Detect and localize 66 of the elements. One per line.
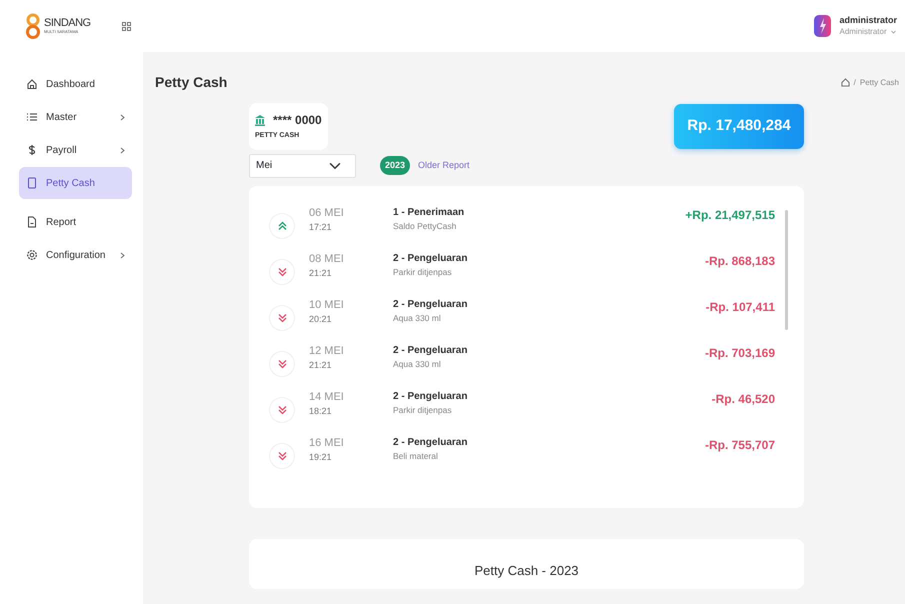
sidebar-item[interactable]: Configuration xyxy=(19,239,132,271)
transaction-date: 10 MEI xyxy=(309,298,345,312)
transaction-note: Parkir ditjenpas xyxy=(393,404,453,416)
brand-name: SINDANG xyxy=(44,18,91,29)
month-select[interactable]: Mei xyxy=(249,154,356,178)
user-name: administrator xyxy=(839,14,897,26)
transaction-note: Beli materal xyxy=(393,450,439,462)
transaction-time: 20:21 xyxy=(309,312,333,326)
transaction-amount: +Rp. 21,497,515 xyxy=(685,206,775,224)
home-icon xyxy=(26,78,38,90)
transaction-title: 2 - Pengeluaran xyxy=(393,436,468,450)
phone-icon xyxy=(26,177,38,189)
double-chevron-up-icon xyxy=(276,220,288,232)
year-badge[interactable]: 2023 xyxy=(380,156,410,176)
transaction-time: 21:21 xyxy=(309,266,333,280)
transaction-title: 2 - Pengeluaran xyxy=(393,344,468,358)
grid-icon[interactable] xyxy=(122,22,131,30)
transaction-note: Aqua 330 ml xyxy=(393,358,442,370)
sidebar-item[interactable]: Payroll xyxy=(19,134,132,166)
transaction-title: 2 - Pengeluaran xyxy=(393,298,468,312)
transaction-time: 17:21 xyxy=(309,220,333,234)
user-role: Administrator xyxy=(839,26,887,38)
transaction-note: Parkir ditjenpas xyxy=(393,266,453,278)
file-icon xyxy=(26,216,38,228)
double-chevron-down-icon xyxy=(276,266,288,278)
double-chevron-down-icon xyxy=(276,450,288,462)
sidebar-item[interactable]: Dashboard xyxy=(19,68,132,100)
avatar-icon[interactable] xyxy=(814,15,832,37)
transaction-amount: -Rp. 755,707 xyxy=(704,436,775,454)
transaction-title: 2 - Pengeluaran xyxy=(393,390,468,404)
transaction-title: 1 - Penerimaan xyxy=(393,206,466,220)
report-title: Petty Cash - 2023 xyxy=(474,562,579,580)
double-chevron-down-icon xyxy=(276,312,288,324)
transaction-time: 19:21 xyxy=(309,450,333,464)
account-number: **** 0000 xyxy=(273,112,322,129)
bank-icon xyxy=(255,114,265,126)
transaction-time: 21:21 xyxy=(309,358,333,372)
transaction-note: Aqua 330 ml xyxy=(393,312,442,324)
caret-icon[interactable] xyxy=(890,30,896,34)
transaction-amount: -Rp. 107,411 xyxy=(706,298,775,316)
settings-icon xyxy=(26,249,38,261)
dollar-icon xyxy=(26,144,38,156)
sidebar-item[interactable]: Master xyxy=(19,101,132,133)
older-report-link[interactable]: Older Report xyxy=(418,158,470,172)
transaction-date: 08 MEI xyxy=(309,252,345,266)
sidebar-item[interactable]: Petty Cash xyxy=(19,167,132,199)
transaction-amount: -Rp. 703,169 xyxy=(704,344,775,362)
page-title: Petty Cash xyxy=(155,73,228,92)
logo-icon xyxy=(26,13,40,39)
transaction-date: 16 MEI xyxy=(309,436,345,450)
scrollbar[interactable] xyxy=(785,210,788,330)
transaction-note: Saldo PettyCash xyxy=(393,220,458,232)
transaction-amount: -Rp. 46,520 xyxy=(712,390,775,408)
double-chevron-down-icon xyxy=(276,404,288,416)
sidebar-item[interactable]: Report xyxy=(19,206,132,238)
transaction-date: 06 MEI xyxy=(309,206,345,220)
transaction-time: 18:21 xyxy=(309,404,333,418)
transaction-date: 12 MEI xyxy=(309,344,345,358)
transaction-title: 2 - Pengeluaran xyxy=(393,252,468,266)
breadcrumb-separator: / xyxy=(854,76,856,88)
transaction-date: 14 MEI xyxy=(309,390,345,404)
transaction-amount: -Rp. 868,183 xyxy=(704,252,775,270)
double-chevron-down-icon xyxy=(276,358,288,370)
home-icon[interactable] xyxy=(840,78,850,87)
list-icon xyxy=(26,111,38,123)
breadcrumb-current: Petty Cash xyxy=(860,76,899,88)
